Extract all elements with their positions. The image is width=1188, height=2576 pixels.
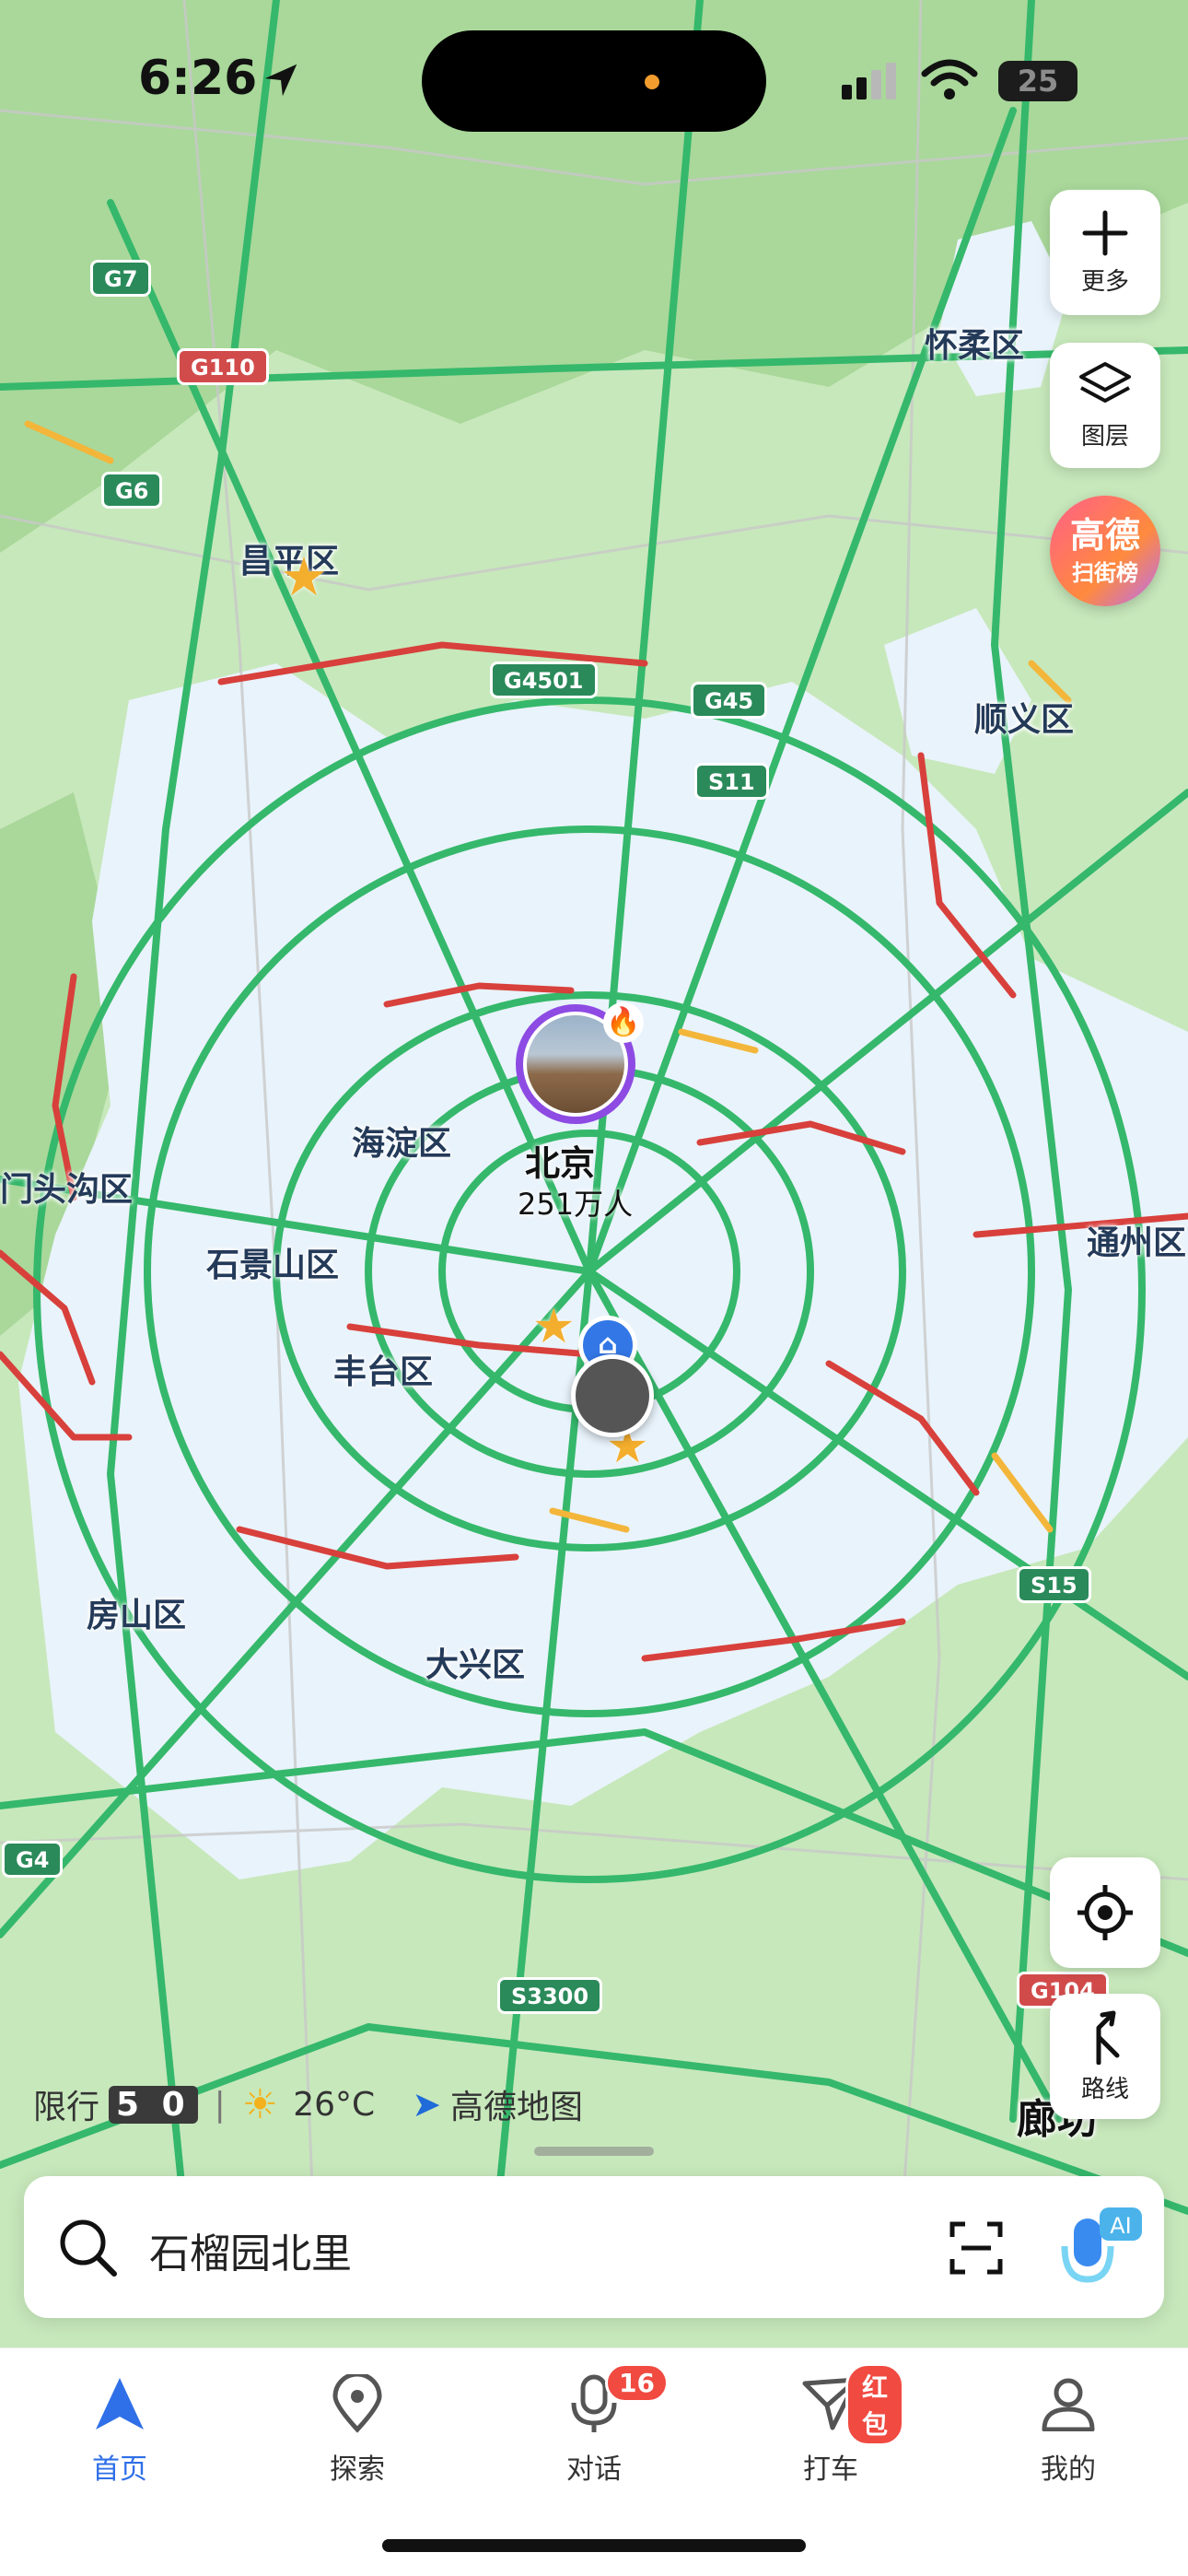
road-shield: G4501 xyxy=(490,662,598,698)
search-icon xyxy=(60,2219,117,2277)
district-label: 顺义区 xyxy=(974,701,1075,739)
sun-icon: ☀ xyxy=(241,2080,279,2128)
road-shield: S15 xyxy=(1017,1566,1091,1603)
gaode-logo-icon: ➤ xyxy=(412,2084,442,2125)
more-button[interactable]: 更多 xyxy=(1050,190,1160,315)
tab-label: 首页 xyxy=(92,2453,147,2486)
ai-voice-icon[interactable]: AI xyxy=(1054,2202,1146,2294)
layers-label: 图层 xyxy=(1080,422,1129,451)
map-info-bar: 限行 5 0 | ☀ 26°C ➤ 高德地图 xyxy=(33,2080,583,2128)
road-shield: S11 xyxy=(694,763,769,800)
route-label: 路线 xyxy=(1080,2075,1129,2103)
gaode-line1: 高德 xyxy=(1069,514,1140,556)
star-icon[interactable]: ★ xyxy=(280,545,328,608)
district-label: 房山区 xyxy=(87,1597,187,1634)
district-label: 怀柔区 xyxy=(925,327,1025,365)
star-icon[interactable]: ★ xyxy=(532,1299,576,1354)
locate-button[interactable] xyxy=(1050,1857,1160,1968)
fire-icon: 🔥 xyxy=(603,1002,644,1043)
battery-icon: 25 xyxy=(998,61,1077,101)
layers-icon xyxy=(1079,361,1131,403)
restriction-label: 限行 xyxy=(33,2089,100,2126)
mic-indicator xyxy=(645,75,659,89)
wifi-icon xyxy=(921,59,978,100)
temperature: 26°C xyxy=(293,2085,376,2124)
person-icon xyxy=(1042,2378,1095,2431)
district-label: 大兴区 xyxy=(425,1646,526,1684)
tab-label: 我的 xyxy=(1041,2453,1096,2486)
plus-icon xyxy=(1082,210,1128,255)
road-shield: S3300 xyxy=(497,1977,603,2014)
gaode-scan-rank-button[interactable]: 高德 扫街榜 xyxy=(1050,496,1160,606)
sheet-handle[interactable] xyxy=(534,2147,654,2156)
tab-label: 对话 xyxy=(566,2453,622,2486)
dynamic-island xyxy=(422,30,766,132)
route-icon xyxy=(1096,2010,1120,2065)
district-label: 丰台区 xyxy=(333,1353,434,1391)
ai-label: AI xyxy=(1110,2213,1132,2239)
district-label: 通州区 xyxy=(1087,1224,1187,1262)
road-shield: G110 xyxy=(177,348,269,385)
red-packet-badge: 红包 xyxy=(845,2363,904,2446)
status-time: 6:26 xyxy=(138,51,258,106)
district-label: 海淀区 xyxy=(352,1125,452,1163)
road-shield: G7 xyxy=(90,260,152,297)
tab-taxi[interactable]: 打车 红包 xyxy=(757,2363,904,2487)
locate-icon xyxy=(1077,1885,1133,1940)
notification-badge: 16 xyxy=(605,2363,669,2403)
home-indicator[interactable] xyxy=(382,2539,806,2552)
tab-home[interactable]: 首页 xyxy=(46,2367,193,2487)
district-label: 门头沟区 xyxy=(0,1171,134,1209)
restriction-plate: 5 0 xyxy=(109,2085,198,2124)
cellular-signal-icon xyxy=(842,63,896,100)
map-pin-icon xyxy=(332,2374,382,2433)
tab-label: 打车 xyxy=(803,2453,858,2486)
scan-icon[interactable] xyxy=(949,2220,1004,2276)
layers-button[interactable]: 图层 xyxy=(1050,343,1160,468)
route-button[interactable]: 路线 xyxy=(1050,1994,1160,2119)
gaode-line2: 扫街榜 xyxy=(1072,559,1138,586)
road-shield: G6 xyxy=(101,472,163,509)
tab-chat[interactable]: 对话 16 xyxy=(520,2363,669,2487)
search-bar[interactable]: 石榴园北里 AI xyxy=(24,2176,1164,2318)
road-shield: G45 xyxy=(691,682,768,719)
district-label: 石景山区 xyxy=(206,1247,340,1284)
city-count: 251万人 xyxy=(518,1187,634,1222)
user-avatar-marker[interactable] xyxy=(571,1354,654,1437)
brand-name: 高德地图 xyxy=(450,2089,584,2126)
tab-explore[interactable]: 探索 xyxy=(284,2367,431,2487)
location-arrow-icon xyxy=(264,64,297,97)
tab-label: 探索 xyxy=(330,2453,385,2486)
more-label: 更多 xyxy=(1080,267,1129,296)
navigation-arrow-icon xyxy=(96,2378,144,2430)
divider: | xyxy=(214,2085,226,2124)
search-input[interactable]: 石榴园北里 xyxy=(149,2220,352,2279)
road-shield: G4 xyxy=(2,1841,64,1878)
tab-me[interactable]: 我的 xyxy=(995,2367,1142,2487)
city-name: 北京 xyxy=(525,1143,596,1184)
